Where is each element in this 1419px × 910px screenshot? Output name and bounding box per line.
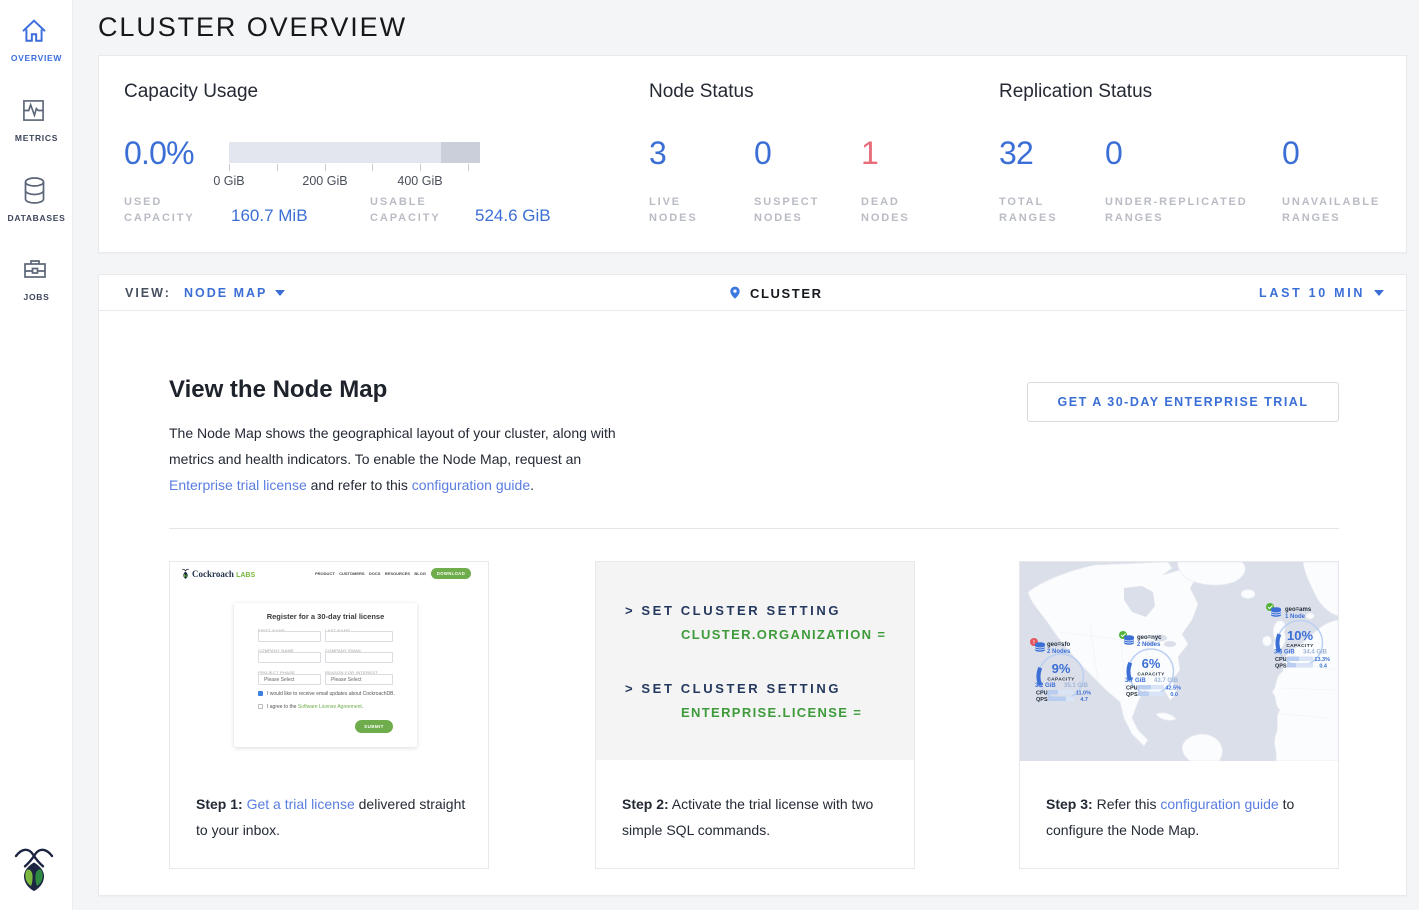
svg-text:10%: 10% (1287, 628, 1313, 643)
svg-text:CPU: CPU (1036, 691, 1048, 697)
svg-text:11.0%: 11.0% (1076, 691, 1091, 697)
svg-text:geo=ams: geo=ams (1285, 607, 1312, 613)
svg-text:geo=nyc: geo=nyc (1137, 635, 1162, 641)
svg-text:QPS: QPS (1126, 692, 1138, 698)
svg-text:6%: 6% (1142, 656, 1161, 671)
svg-text:CAPACITY: CAPACITY (1047, 677, 1075, 683)
svg-text:CPU: CPU (1275, 657, 1287, 663)
svg-text:CAPACITY: CAPACITY (1137, 672, 1165, 678)
svg-text:3.2 GiB: 3.2 GiB (1035, 683, 1056, 689)
svg-text:4.7: 4.7 (1080, 697, 1088, 703)
svg-text:13.3%: 13.3% (1314, 657, 1330, 663)
svg-text:3.7 GiB: 3.7 GiB (1125, 678, 1146, 684)
svg-text:1 Node: 1 Node (1285, 614, 1306, 620)
svg-text:9%: 9% (1052, 661, 1071, 676)
svg-text:2 Nodes: 2 Nodes (1137, 642, 1161, 648)
svg-text:CAPACITY: CAPACITY (1286, 643, 1314, 649)
svg-text:34.4 GiB: 34.4 GiB (1303, 650, 1328, 656)
svg-text:0.4: 0.4 (1319, 664, 1328, 670)
svg-text:QPS: QPS (1275, 664, 1287, 670)
svg-text:0.0: 0.0 (1170, 692, 1178, 698)
svg-text:35.1 GiB: 35.1 GiB (1064, 683, 1089, 689)
svg-text:43.7 GiB: 43.7 GiB (1154, 678, 1179, 684)
svg-text:42.5%: 42.5% (1165, 686, 1181, 692)
svg-text:CPU: CPU (1126, 686, 1138, 692)
svg-text:3.6 GiB: 3.6 GiB (1274, 650, 1295, 656)
svg-text:QPS: QPS (1036, 697, 1048, 703)
svg-text:geo=sfo: geo=sfo (1047, 642, 1071, 648)
